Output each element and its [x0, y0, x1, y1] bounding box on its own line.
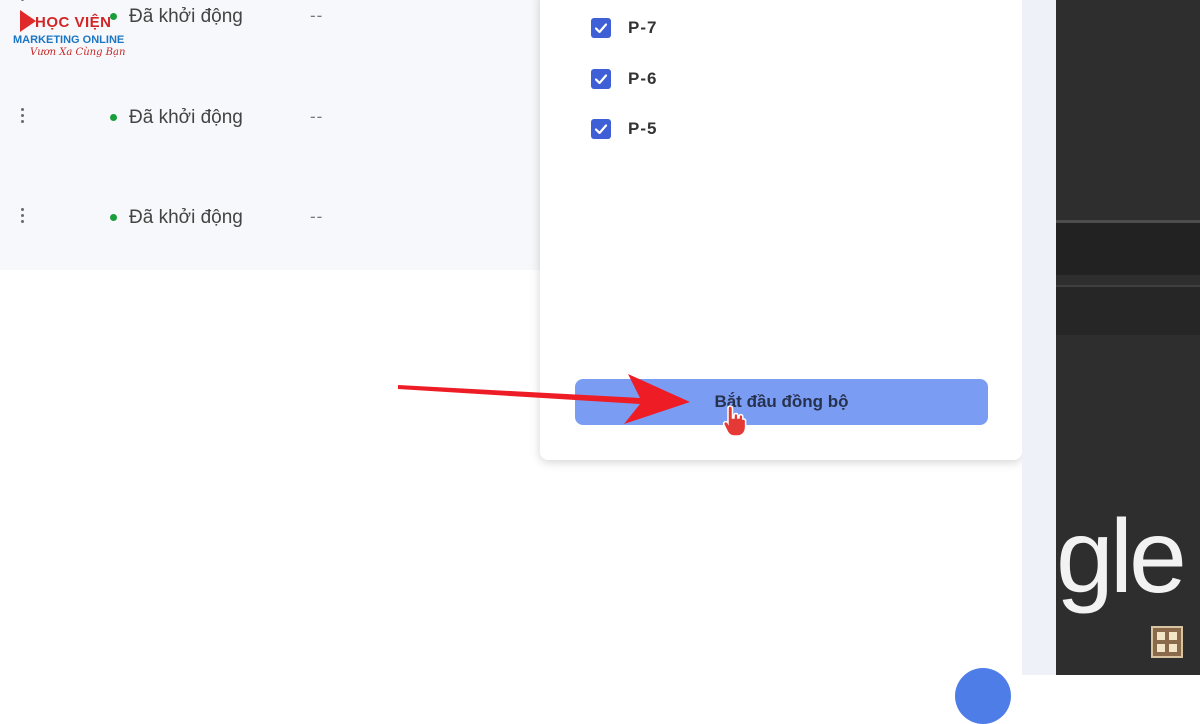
start-sync-button[interactable]: Bắt đầu đồng bộ [575, 379, 988, 425]
logo-title: HỌC VIỆN [35, 14, 112, 31]
check-item-p6[interactable]: P-6 [591, 69, 791, 93]
check-label: P-7 [628, 18, 658, 37]
row-extra-value: -- [310, 6, 324, 25]
dark-band [1056, 285, 1200, 335]
kebab-menu-icon[interactable] [19, 108, 25, 128]
kebab-menu-icon[interactable] [19, 208, 25, 228]
checkmark-icon [594, 74, 608, 85]
side-strip [1022, 0, 1056, 675]
status-text: Đã khởi động [129, 6, 243, 27]
check-item-p5[interactable]: P-5 [591, 119, 791, 143]
film-thumbnail-icon [1151, 626, 1183, 658]
checkmark-icon [594, 124, 608, 135]
device-row: Đã khởi động -- [0, 199, 540, 239]
hand-pointer-cursor-icon [722, 405, 747, 437]
check-label: P-5 [628, 119, 658, 138]
status-dot-icon [110, 214, 117, 221]
floating-action-button[interactable] [955, 668, 1011, 724]
checkbox[interactable] [591, 69, 611, 89]
status-text: Đã khởi động [129, 107, 243, 128]
check-label: P-6 [628, 69, 658, 88]
checkmark-icon [594, 23, 608, 34]
watermark-logo: HỌC VIỆN MARKETING ONLINE Vươn Xa Cùng B… [10, 8, 125, 60]
check-item-p7[interactable]: P-7 [591, 18, 791, 42]
logo-tagline: Vươn Xa Cùng Bạn [30, 47, 126, 58]
dark-band [1056, 223, 1200, 275]
sync-dialog: P-7 P-6 P-5 Bắt đầu đồng bộ [540, 0, 1022, 460]
checkbox[interactable] [591, 119, 611, 139]
brand-text-fragment: gle [1056, 499, 1187, 615]
checkbox[interactable] [591, 18, 611, 38]
play-logo-icon [20, 10, 36, 32]
status-text: Đã khởi động [129, 207, 243, 228]
device-row: Đã khởi động -- [0, 99, 540, 139]
status-dot-icon [110, 114, 117, 121]
logo-subtitle: MARKETING ONLINE [13, 34, 125, 46]
row-extra-value: -- [310, 207, 324, 226]
background-window: gle [1056, 0, 1200, 675]
row-extra-value: -- [310, 107, 324, 126]
